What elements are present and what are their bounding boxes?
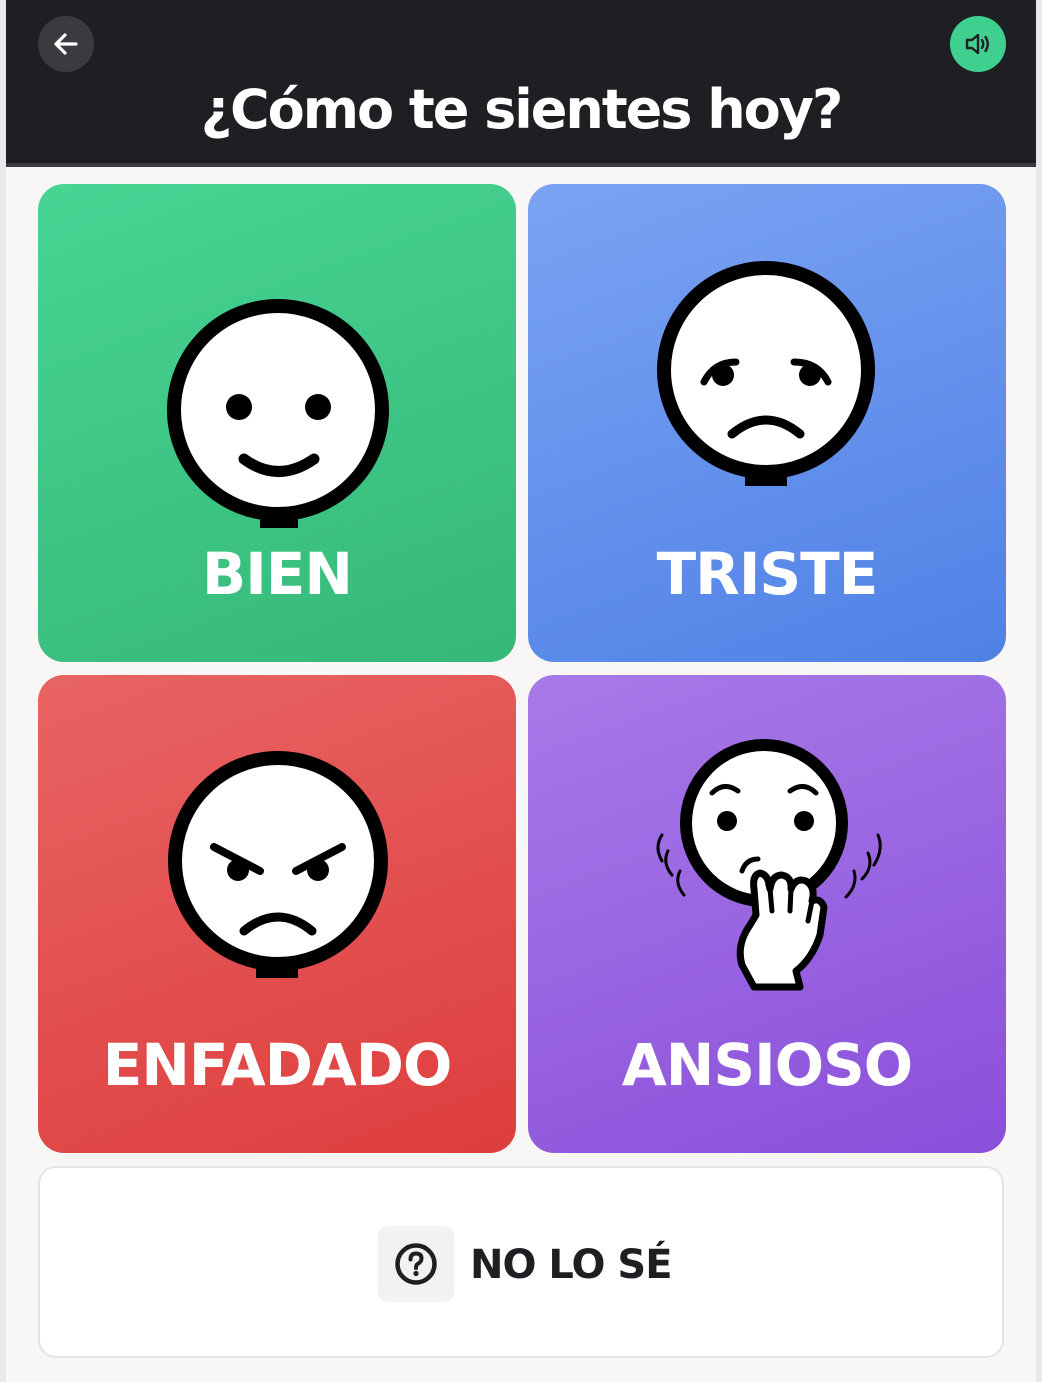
- unknown-label: NO LO SÉ: [470, 1242, 673, 1288]
- emotion-button-enfadado[interactable]: ENFADADO: [38, 675, 516, 1153]
- emotion-button-ansioso[interactable]: ANSIOSO: [528, 675, 1006, 1153]
- arrow-left-icon: [54, 33, 78, 55]
- header-bar: ¿Cómo te sientes hoy?: [6, 0, 1036, 167]
- question-circle-icon: [395, 1243, 437, 1285]
- emotion-button-bien[interactable]: BIEN: [38, 184, 516, 662]
- sound-button[interactable]: [950, 16, 1006, 72]
- page-title: ¿Cómo te sientes hoy?: [200, 78, 844, 141]
- unknown-emotion-button[interactable]: NO LO SÉ: [38, 1166, 1004, 1358]
- emotion-label: ENFADADO: [102, 1031, 453, 1099]
- speaker-icon: [965, 33, 989, 55]
- emotion-label: TRISTE: [656, 540, 879, 608]
- app-window: ¿Cómo te sientes hoy? BIEN TRISTE ENFADA…: [6, 0, 1036, 1382]
- emotion-button-triste[interactable]: TRISTE: [528, 184, 1006, 662]
- emotion-label: ANSIOSO: [621, 1031, 913, 1099]
- question-badge: [378, 1226, 454, 1302]
- back-button[interactable]: [38, 16, 94, 72]
- emotion-label: BIEN: [202, 540, 353, 608]
